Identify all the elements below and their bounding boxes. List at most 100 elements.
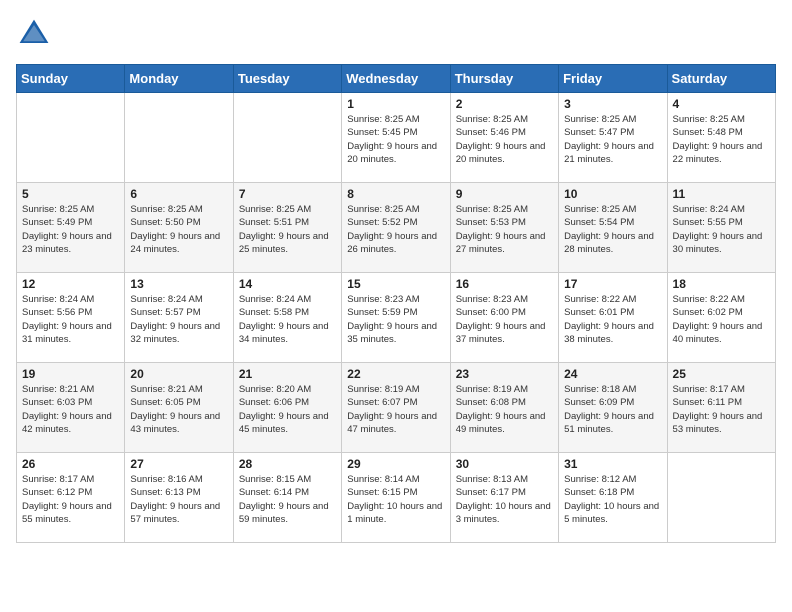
day-info: Sunrise: 8:17 AM Sunset: 6:12 PM Dayligh… [22,473,119,526]
logo-icon [16,16,52,52]
calendar-cell: 31Sunrise: 8:12 AM Sunset: 6:18 PM Dayli… [559,453,667,543]
calendar-cell: 1 Sunrise: 8:25 AM Sunset: 5:45 PM Daylig… [342,93,450,183]
calendar-week-row: 26 Sunrise: 8:17 AM Sunset: 6:12 PM Dayli… [17,453,776,543]
day-info: Sunrise: 8:24 AM Sunset: 5:56 PM Dayligh… [22,293,119,346]
calendar-cell: 29 Sunrise: 8:14 AM Sunset: 6:15 PM Dayli… [342,453,450,543]
calendar-cell: 15Sunrise: 8:23 AM Sunset: 5:59 PM Dayli… [342,273,450,363]
calendar-week-row: 19 Sunrise: 8:21 AM Sunset: 6:03 PM Dayli… [17,363,776,453]
day-info: Sunrise: 8:25 AM Sunset: 5:48 PM Dayligh… [673,113,770,166]
calendar-week-row: 1 Sunrise: 8:25 AM Sunset: 5:45 PM Daylig… [17,93,776,183]
calendar-cell [17,93,125,183]
calendar-cell: 9Sunrise: 8:25 AM Sunset: 5:53 PM Daylig… [450,183,558,273]
day-info: Sunrise: 8:20 AM Sunset: 6:06 PM Dayligh… [239,383,336,436]
day-number: 12 [22,277,119,291]
day-info: Sunrise: 8:16 AM Sunset: 6:13 PM Dayligh… [130,473,227,526]
day-number: 1 [347,97,444,111]
day-info: Sunrise: 8:14 AM Sunset: 6:15 PM Dayligh… [347,473,444,526]
day-info: Sunrise: 8:25 AM Sunset: 5:49 PM Dayligh… [22,203,119,256]
day-number: 11 [673,187,770,201]
day-info: Sunrise: 8:17 AM Sunset: 6:11 PM Dayligh… [673,383,770,436]
day-info: Sunrise: 8:25 AM Sunset: 5:52 PM Dayligh… [347,203,444,256]
calendar-cell: 8 Sunrise: 8:25 AM Sunset: 5:52 PM Daylig… [342,183,450,273]
calendar-cell: 19 Sunrise: 8:21 AM Sunset: 6:03 PM Dayli… [17,363,125,453]
day-number: 28 [239,457,336,471]
day-number: 3 [564,97,661,111]
day-info: Sunrise: 8:13 AM Sunset: 6:17 PM Dayligh… [456,473,553,526]
calendar-cell: 24Sunrise: 8:18 AM Sunset: 6:09 PM Dayli… [559,363,667,453]
calendar-cell: 4Sunrise: 8:25 AM Sunset: 5:48 PM Daylig… [667,93,775,183]
day-number: 26 [22,457,119,471]
day-number: 2 [456,97,553,111]
calendar-cell: 22 Sunrise: 8:19 AM Sunset: 6:07 PM Dayli… [342,363,450,453]
day-number: 22 [347,367,444,381]
day-info: Sunrise: 8:22 AM Sunset: 6:02 PM Dayligh… [673,293,770,346]
calendar-cell [233,93,341,183]
day-info: Sunrise: 8:24 AM Sunset: 5:58 PM Dayligh… [239,293,336,346]
day-number: 21 [239,367,336,381]
calendar-cell: 25 Sunrise: 8:17 AM Sunset: 6:11 PM Dayli… [667,363,775,453]
weekday-header: Sunday [17,65,125,93]
day-info: Sunrise: 8:24 AM Sunset: 5:55 PM Dayligh… [673,203,770,256]
day-number: 8 [347,187,444,201]
day-info: Sunrise: 8:25 AM Sunset: 5:54 PM Dayligh… [564,203,661,256]
day-number: 30 [456,457,553,471]
weekday-header: Thursday [450,65,558,93]
calendar-cell: 21 Sunrise: 8:20 AM Sunset: 6:06 PM Dayli… [233,363,341,453]
page-header [16,16,776,52]
day-number: 6 [130,187,227,201]
day-info: Sunrise: 8:19 AM Sunset: 6:08 PM Dayligh… [456,383,553,436]
day-info: Sunrise: 8:19 AM Sunset: 6:07 PM Dayligh… [347,383,444,436]
calendar-week-row: 12 Sunrise: 8:24 AM Sunset: 5:56 PM Dayli… [17,273,776,363]
day-number: 15 [347,277,444,291]
calendar-cell: 17Sunrise: 8:22 AM Sunset: 6:01 PM Dayli… [559,273,667,363]
weekday-header: Wednesday [342,65,450,93]
day-info: Sunrise: 8:22 AM Sunset: 6:01 PM Dayligh… [564,293,661,346]
calendar-cell: 5 Sunrise: 8:25 AM Sunset: 5:49 PM Daylig… [17,183,125,273]
calendar-cell: 11 Sunrise: 8:24 AM Sunset: 5:55 PM Dayli… [667,183,775,273]
day-info: Sunrise: 8:25 AM Sunset: 5:45 PM Dayligh… [347,113,444,166]
weekday-header: Tuesday [233,65,341,93]
weekday-header: Saturday [667,65,775,93]
calendar-cell: 27 Sunrise: 8:16 AM Sunset: 6:13 PM Dayli… [125,453,233,543]
day-number: 16 [456,277,553,291]
weekday-header: Monday [125,65,233,93]
calendar-cell: 20 Sunrise: 8:21 AM Sunset: 6:05 PM Dayli… [125,363,233,453]
day-number: 29 [347,457,444,471]
day-info: Sunrise: 8:21 AM Sunset: 6:05 PM Dayligh… [130,383,227,436]
calendar-cell: 6 Sunrise: 8:25 AM Sunset: 5:50 PM Daylig… [125,183,233,273]
day-number: 19 [22,367,119,381]
calendar-cell: 28 Sunrise: 8:15 AM Sunset: 6:14 PM Dayli… [233,453,341,543]
day-info: Sunrise: 8:25 AM Sunset: 5:50 PM Dayligh… [130,203,227,256]
day-number: 27 [130,457,227,471]
day-info: Sunrise: 8:23 AM Sunset: 6:00 PM Dayligh… [456,293,553,346]
day-number: 20 [130,367,227,381]
calendar-week-row: 5 Sunrise: 8:25 AM Sunset: 5:49 PM Daylig… [17,183,776,273]
day-number: 5 [22,187,119,201]
day-info: Sunrise: 8:18 AM Sunset: 6:09 PM Dayligh… [564,383,661,436]
calendar-cell: 30 Sunrise: 8:13 AM Sunset: 6:17 PM Dayli… [450,453,558,543]
logo [16,16,56,52]
day-number: 14 [239,277,336,291]
calendar-cell: 3Sunrise: 8:25 AM Sunset: 5:47 PM Daylig… [559,93,667,183]
calendar-cell: 16 Sunrise: 8:23 AM Sunset: 6:00 PM Dayli… [450,273,558,363]
day-info: Sunrise: 8:25 AM Sunset: 5:46 PM Dayligh… [456,113,553,166]
calendar-cell: 7Sunrise: 8:25 AM Sunset: 5:51 PM Daylig… [233,183,341,273]
weekday-header-row: SundayMondayTuesdayWednesdayThursdayFrid… [17,65,776,93]
calendar-cell: 13Sunrise: 8:24 AM Sunset: 5:57 PM Dayli… [125,273,233,363]
day-number: 25 [673,367,770,381]
day-info: Sunrise: 8:21 AM Sunset: 6:03 PM Dayligh… [22,383,119,436]
day-number: 13 [130,277,227,291]
calendar-cell: 14 Sunrise: 8:24 AM Sunset: 5:58 PM Dayli… [233,273,341,363]
calendar-table: SundayMondayTuesdayWednesdayThursdayFrid… [16,64,776,543]
calendar-cell [667,453,775,543]
day-info: Sunrise: 8:25 AM Sunset: 5:51 PM Dayligh… [239,203,336,256]
day-number: 10 [564,187,661,201]
calendar-cell: 10 Sunrise: 8:25 AM Sunset: 5:54 PM Dayli… [559,183,667,273]
calendar-cell: 2 Sunrise: 8:25 AM Sunset: 5:46 PM Daylig… [450,93,558,183]
day-info: Sunrise: 8:25 AM Sunset: 5:53 PM Dayligh… [456,203,553,256]
day-number: 18 [673,277,770,291]
day-info: Sunrise: 8:15 AM Sunset: 6:14 PM Dayligh… [239,473,336,526]
calendar-cell: 26 Sunrise: 8:17 AM Sunset: 6:12 PM Dayli… [17,453,125,543]
weekday-header: Friday [559,65,667,93]
calendar-cell: 18 Sunrise: 8:22 AM Sunset: 6:02 PM Dayli… [667,273,775,363]
